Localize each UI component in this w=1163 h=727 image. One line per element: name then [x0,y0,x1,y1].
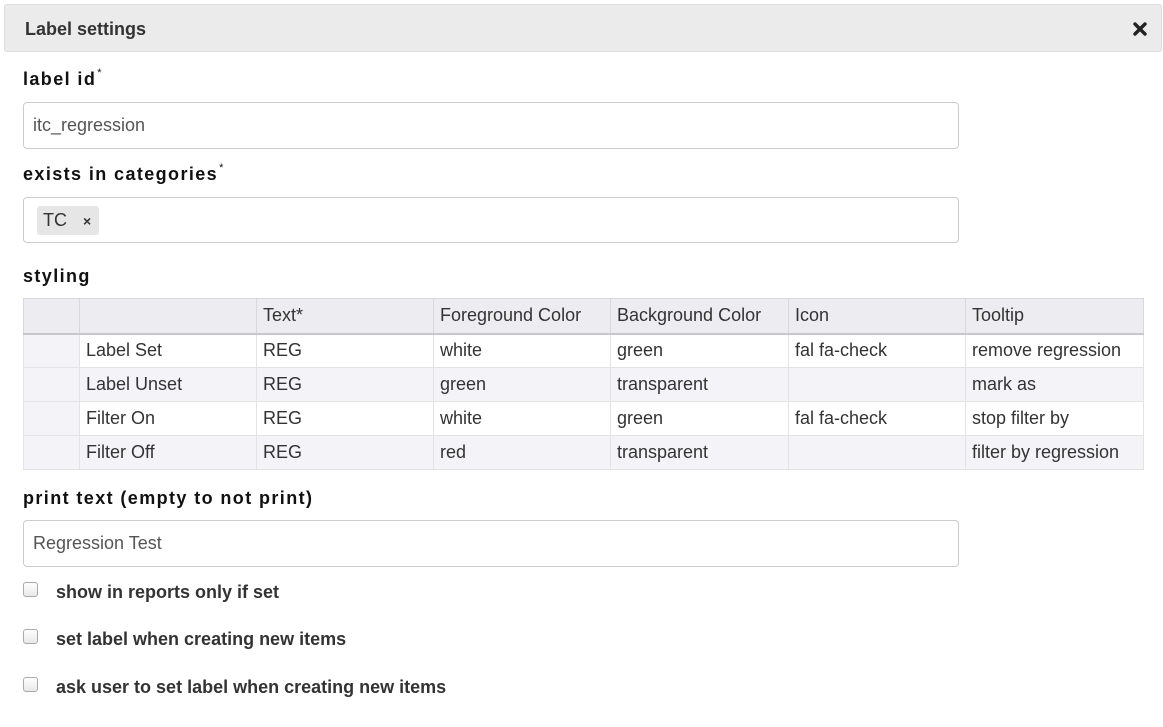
ask-user-set-label-label: ask user to set label when creating new … [56,677,447,697]
show-in-reports-option: show in reports only if set [23,582,279,603]
row-gutter[interactable] [23,367,80,402]
ask-user-set-label-checkbox[interactable] [23,677,38,692]
label-id-input[interactable] [23,102,959,149]
set-label-on-create-label: set label when creating new items [56,629,347,649]
show-in-reports-checkbox[interactable] [23,582,38,597]
dialog-header: Label settings [4,4,1162,52]
cell-background[interactable]: green [610,333,789,368]
cell-icon[interactable]: fal fa-check [788,401,966,436]
row-gutter[interactable] [23,435,80,470]
categories-label: exists in categories* [23,162,224,184]
row-gutter[interactable] [23,401,80,436]
tag-remove-icon[interactable]: × [83,213,91,229]
table-row: Label Unset REG green transparent mark a… [23,367,1144,402]
close-x-icon[interactable] [1131,20,1149,38]
cell-icon[interactable] [788,367,966,402]
cell-foreground[interactable]: green [433,367,611,402]
cell-foreground[interactable]: red [433,435,611,470]
cell-name: Label Set [79,333,257,368]
cell-name: Filter On [79,401,257,436]
cell-background[interactable]: transparent [610,367,789,402]
cell-icon[interactable]: fal fa-check [788,333,966,368]
column-header-foreground: Foreground Color [433,298,611,335]
category-tag-text: TC [43,210,67,230]
ask-user-set-label-option: ask user to set label when creating new … [23,677,446,698]
table-row: Filter On REG white green fal fa-check s… [23,401,1144,436]
cell-icon[interactable] [788,435,966,470]
table-header-row: Text* Foreground Color Background Color … [23,298,1144,335]
cell-text[interactable]: REG [256,435,434,470]
set-label-on-create-checkbox[interactable] [23,629,38,644]
print-text-label: print text (empty to not print) [23,488,314,508]
cell-foreground[interactable]: white [433,333,611,368]
label-id-label: label id* [23,67,102,89]
column-header-gutter [23,298,80,335]
cell-text[interactable]: REG [256,367,434,402]
column-header-background: Background Color [610,298,789,335]
column-header-text: Text* [256,298,434,335]
set-label-on-create-option: set label when creating new items [23,629,346,650]
dialog-title: Label settings [25,19,147,39]
cell-background[interactable]: transparent [610,435,789,470]
column-header-name [79,298,257,335]
cell-tooltip[interactable]: stop filter by [965,401,1144,436]
cell-tooltip[interactable]: filter by regression [965,435,1144,470]
styling-label: styling [23,266,91,286]
cell-foreground[interactable]: white [433,401,611,436]
table-row: Filter Off REG red transparent filter by… [23,435,1144,470]
show-in-reports-label: show in reports only if set [56,582,280,602]
cell-name: Filter Off [79,435,257,470]
cell-tooltip[interactable]: mark as [965,367,1144,402]
table-row: Label Set REG white green fal fa-check r… [23,333,1144,368]
column-header-icon: Icon [788,298,966,335]
categories-tag-input[interactable]: TC × [23,197,959,243]
styling-table: Text* Foreground Color Background Color … [23,298,1144,470]
column-header-tooltip: Tooltip [965,298,1144,335]
cell-text[interactable]: REG [256,401,434,436]
print-text-input[interactable] [23,520,959,567]
row-gutter[interactable] [23,333,80,368]
cell-tooltip[interactable]: remove regression [965,333,1144,368]
cell-background[interactable]: green [610,401,789,436]
cell-text[interactable]: REG [256,333,434,368]
cell-name: Label Unset [79,367,257,402]
category-tag: TC × [37,206,100,235]
